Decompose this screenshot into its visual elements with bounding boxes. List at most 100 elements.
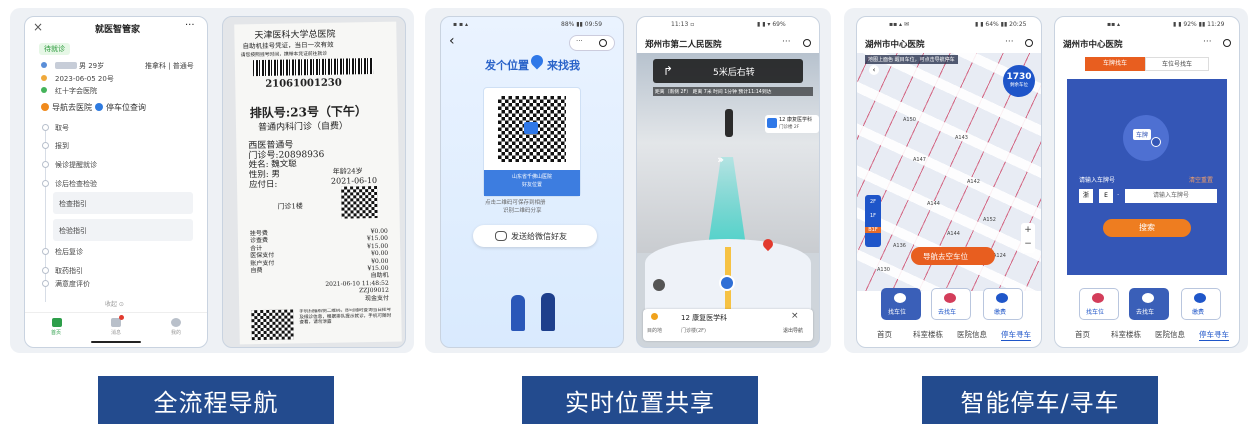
timeline-dot bbox=[42, 124, 49, 131]
tab-message[interactable]: 消息 bbox=[111, 329, 121, 336]
guide-box[interactable]: 检查指引 bbox=[53, 192, 193, 214]
destination-badge bbox=[767, 118, 777, 128]
back-icon[interactable]: ‹ bbox=[449, 33, 455, 49]
more-icon[interactable]: ··· bbox=[185, 20, 195, 31]
floor-option[interactable]: 2F bbox=[865, 199, 881, 205]
qr-caption-line: 好友位置 bbox=[521, 182, 542, 188]
more-icon[interactable]: ··· bbox=[1203, 37, 1212, 47]
tab-find-space-label: 找车位 bbox=[888, 309, 907, 316]
slot-label: A144 bbox=[927, 201, 940, 207]
qr-code bbox=[341, 185, 378, 219]
target-icon[interactable] bbox=[1025, 39, 1033, 47]
tab-profile[interactable]: 我的 bbox=[171, 329, 181, 336]
share-title-b: 来找我 bbox=[547, 59, 580, 72]
qr-code bbox=[251, 309, 294, 341]
exit-navigation-button[interactable]: 退出导航 bbox=[783, 327, 803, 334]
plate-number-input[interactable]: 请输入车牌号 bbox=[1125, 189, 1217, 203]
status-bar-left: ▪ ▪ ▴ bbox=[453, 21, 468, 28]
phone-hospital-manager: × 就医智管家 ··· 待就诊 男 29岁 推拿科 | 普通号 2023-06-… bbox=[24, 16, 208, 348]
destination-label: 12 康复医学科 bbox=[681, 314, 728, 322]
tab-find-car-label: 去找车 bbox=[1136, 309, 1155, 316]
target-icon[interactable] bbox=[803, 39, 811, 47]
home-icon[interactable] bbox=[52, 318, 62, 327]
bottom-nav-home[interactable]: 首页 bbox=[1075, 329, 1090, 340]
search-button[interactable]: 搜索 bbox=[1103, 219, 1191, 237]
tab-find-space[interactable]: 找车位 bbox=[1079, 288, 1119, 320]
search-mode-tab-slot[interactable]: 车位号找车 bbox=[1145, 57, 1209, 71]
tab-find-car-label: 去找车 bbox=[938, 309, 957, 316]
bottom-nav-parking[interactable]: 停车寻车 bbox=[1001, 329, 1031, 341]
message-badge bbox=[119, 315, 124, 320]
bottom-nav-hospital-info[interactable]: 医院信息 bbox=[1155, 329, 1185, 340]
floor-option[interactable]: 1F bbox=[865, 213, 881, 219]
profile-icon[interactable] bbox=[171, 318, 181, 327]
collapse-toggle[interactable]: 收起 ⊙ bbox=[105, 299, 124, 308]
nav-hospital-link[interactable]: 导航去医院 bbox=[52, 102, 92, 113]
chat-icon bbox=[495, 231, 507, 241]
nav-empty-space-label: 导航去空车位 bbox=[923, 252, 968, 261]
receipt-date: 2021-06-10 bbox=[330, 175, 378, 186]
find-car-card: 车牌 请输入车牌号 清空重置 浙 E · 请输入车牌号 搜索 bbox=[1067, 79, 1227, 275]
more-icon[interactable]: ··· bbox=[1005, 37, 1014, 47]
receipt-paper: 天津医科大学总医院 自助机挂号凭证，当日一次有效 请您按照挂号时间，携带本凭证前… bbox=[234, 21, 402, 345]
guide-box[interactable]: 检验指引 bbox=[53, 219, 193, 241]
bottom-nav-home[interactable]: 首页 bbox=[877, 329, 892, 340]
slot-label: A147 bbox=[913, 157, 926, 163]
plate-letter-value: E bbox=[1104, 192, 1108, 199]
car-badge-icon: 车牌 bbox=[1133, 129, 1152, 140]
user-icon bbox=[41, 62, 47, 68]
bottom-nav-parking[interactable]: 停车寻车 bbox=[1199, 329, 1229, 341]
plate-province-value: 浙 bbox=[1082, 192, 1089, 199]
plate-separator: · bbox=[1117, 191, 1120, 199]
target-icon[interactable] bbox=[1223, 39, 1231, 47]
location-pin-icon bbox=[651, 313, 658, 320]
tab-find-space[interactable]: 找车位 bbox=[881, 288, 921, 320]
back-icon[interactable]: ‹ bbox=[869, 65, 879, 75]
route-progress: 距离（南侧 2F） 距离 7米 时间 1分钟 预计11:14到达 bbox=[653, 87, 813, 96]
search-mode-tab-plate[interactable]: 车牌找车 bbox=[1085, 57, 1145, 71]
free-spaces-count: 1730 bbox=[1006, 72, 1032, 82]
floor-option[interactable]: B1F bbox=[865, 227, 881, 233]
clear-reset-link[interactable]: 清空重置 bbox=[1189, 175, 1213, 184]
chevron-right-icon: ››› bbox=[717, 153, 724, 166]
zoom-control: + − bbox=[1021, 223, 1035, 253]
receipt-paid: 应付日: bbox=[248, 179, 278, 191]
share-wechat-button[interactable]: 发送给微信好友 bbox=[473, 225, 597, 247]
phone-parking-map: ▪▪ ▴ ✉ ▮ ▮ 64% ▮▮ 20:25 湖州市中心医院 ··· 地图上面… bbox=[856, 16, 1042, 348]
zoom-out-icon[interactable]: − bbox=[1021, 237, 1035, 251]
share-title: 发个位置 bbox=[485, 59, 529, 72]
bottom-nav-hospital-info[interactable]: 医院信息 bbox=[957, 329, 987, 340]
caption-full-navigation: 全流程导航 bbox=[98, 376, 334, 424]
step-label: 满意度评价 bbox=[55, 280, 90, 288]
zoom-in-icon[interactable]: + bbox=[1021, 223, 1035, 237]
plate-letter[interactable]: E bbox=[1099, 189, 1113, 203]
tab-find-car[interactable]: 去找车 bbox=[1129, 288, 1169, 320]
car-icon-circle: 车牌 bbox=[1123, 115, 1169, 161]
step-label: 检后复诊 bbox=[55, 248, 83, 256]
bottom-nav-departments[interactable]: 科室楼栋 bbox=[913, 329, 943, 340]
tab-home[interactable]: 首页 bbox=[51, 329, 61, 336]
close-icon[interactable]: × bbox=[791, 311, 799, 321]
step-label: 取号 bbox=[55, 124, 69, 132]
tab-payment[interactable]: 缴费 bbox=[983, 288, 1023, 320]
timeline-dot bbox=[42, 248, 49, 255]
page-title: 湖州市中心医院 bbox=[1063, 40, 1123, 50]
sound-icon[interactable] bbox=[653, 279, 665, 291]
nav-empty-space-button[interactable]: 导航去空车位 bbox=[911, 247, 995, 265]
tab-payment[interactable]: 缴费 bbox=[1181, 288, 1221, 320]
close-icon[interactable]: × bbox=[33, 20, 43, 34]
timeline-dot bbox=[42, 142, 49, 149]
more-icon[interactable]: ··· bbox=[782, 37, 791, 47]
capsule-menu[interactable]: ··· bbox=[569, 35, 615, 51]
step-label: 诊后检查检验 bbox=[55, 180, 97, 188]
status-bar-left: ▪▪ ▴ ✉ bbox=[889, 21, 909, 28]
hospital-icon bbox=[41, 87, 47, 93]
parking-query-link[interactable]: 停车位查询 bbox=[106, 102, 146, 113]
find-space-icon bbox=[894, 293, 906, 303]
bottom-nav-departments[interactable]: 科室楼栋 bbox=[1111, 329, 1141, 340]
more-icon[interactable]: ··· bbox=[576, 37, 583, 45]
plate-province[interactable]: 浙 bbox=[1079, 189, 1093, 203]
target-icon[interactable] bbox=[599, 39, 607, 47]
tab-find-car[interactable]: 去找车 bbox=[931, 288, 971, 320]
timeline-dot bbox=[42, 267, 49, 274]
